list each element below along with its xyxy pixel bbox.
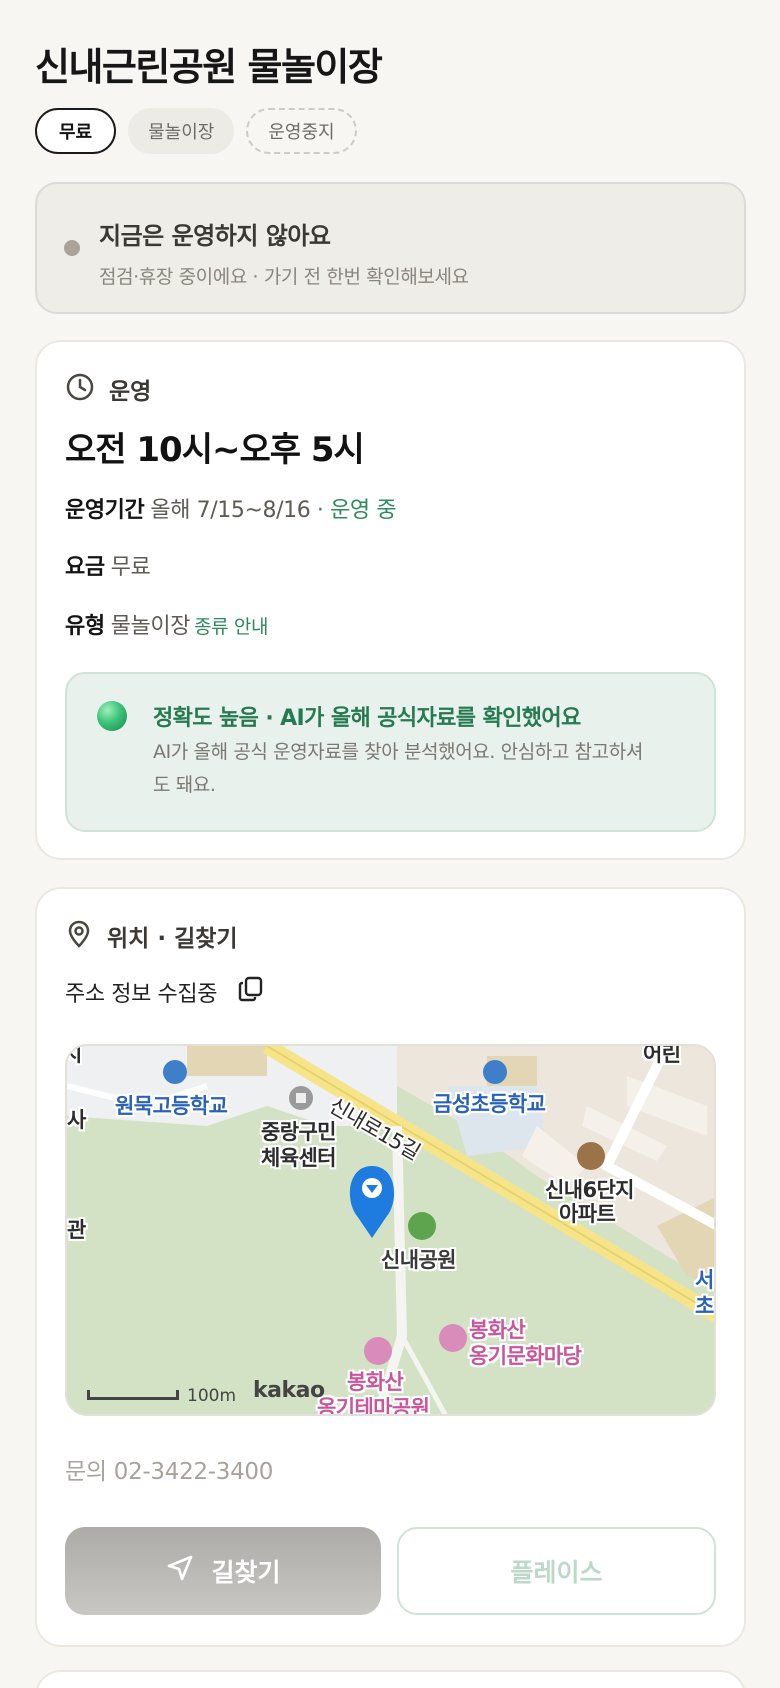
chip-price[interactable]: 무료 [35, 108, 117, 154]
location-label: 위치 · 길찾기 [107, 926, 238, 952]
notice-subtitle: 점검·휴장 중이에요 · 가기 전 한번 확인해보세요 [99, 266, 469, 288]
map-scale-text: 100m [187, 1386, 237, 1406]
place-button-label: 플레이스 [510, 1558, 603, 1587]
map-brand-logo: kakao [253, 1378, 325, 1403]
map-label-edge-left-2: 관 [67, 1218, 86, 1242]
operation-card: 운영 오전 10시~오후 5시 운영기간 올해 7/15~8/16 · 운영 중 … [35, 340, 746, 860]
map-label-edge-left-1: 사 [67, 1108, 86, 1132]
operation-label: 운영 [109, 379, 152, 405]
navigation-arrow-icon [165, 1553, 195, 1589]
map-label-apartment-2: 아파트 [559, 1202, 616, 1226]
fee-row: 요금 무료 [65, 549, 151, 581]
status-dot-icon [64, 240, 80, 256]
map-label-school-geumseong: 금성초등학교 [433, 1092, 546, 1116]
type-value: 물놀이장 [110, 614, 191, 639]
period-row: 운영기간 올해 7/15~8/16 · 운영 중 [65, 492, 397, 524]
tag-chips: 무료 물놀이장 운영중지 [35, 108, 357, 154]
map-pin-icon [65, 919, 93, 953]
period-value: 올해 7/15~8/16 [150, 498, 311, 523]
type-label: 유형 [65, 614, 105, 639]
location-map[interactable]: 지 사 관 원묵고등학교 금성초등학교 중랑구민 체육센터 신내로15길 신내6… [65, 1044, 716, 1416]
map-label-school-wonmuk: 원묵고등학교 [115, 1094, 228, 1118]
ai-description: AI가 올해 공식 운영자료를 찾아 분석했어요. 안심하고 참고하셔도 돼요. [153, 741, 643, 796]
fee-value: 무료 [110, 555, 151, 580]
period-label: 운영기간 [65, 498, 145, 523]
chip-status[interactable]: 운영중지 [246, 108, 357, 154]
contact-phone[interactable]: 문의 02-3422-3400 [65, 1452, 273, 1486]
operating-hours: 오전 10시~오후 5시 [65, 430, 365, 470]
type-guide-link[interactable]: 종류 안내 [194, 616, 268, 638]
ai-title: 정확도 높음 · AI가 올해 공식자료를 확인했어요 [153, 706, 581, 731]
place-button[interactable]: 플레이스 [397, 1527, 716, 1615]
closed-notice: 지금은 운영하지 않아요 점검·휴장 중이에요 · 가기 전 한번 확인해보세요 [35, 182, 746, 314]
route-button[interactable]: 길찾기 [65, 1527, 381, 1615]
notice-title: 지금은 운영하지 않아요 [99, 222, 331, 250]
operation-header: 운영 [65, 372, 151, 406]
period-status: · 운영 중 [316, 498, 397, 523]
copy-icon[interactable] [237, 975, 265, 1009]
map-label-edge-top-left: 지 [67, 1046, 82, 1068]
page-title: 신내근린공원 물놀이장 [35, 45, 383, 89]
type-row: 유형 물놀이장 종류 안내 [65, 608, 268, 640]
map-label-edge-top-right: 어린 [643, 1044, 681, 1066]
map-label-theme-2: 옹기테마공원 [317, 1396, 430, 1416]
chip-type[interactable]: 물놀이장 [128, 108, 235, 154]
map-label-sports-center-2: 체육센터 [261, 1146, 336, 1170]
fee-label: 요금 [65, 555, 105, 580]
map-label-edge-right-2: 초 [695, 1294, 714, 1318]
address-row: 주소 정보 수집중 [65, 975, 265, 1009]
location-header: 위치 · 길찾기 [65, 919, 238, 953]
route-button-label: 길찾기 [211, 1558, 281, 1587]
clock-icon [65, 372, 95, 406]
map-label-park: 신내공원 [381, 1248, 456, 1272]
next-card-edge [35, 1670, 746, 1688]
ai-accuracy-box: 정확도 높음 · AI가 올해 공식자료를 확인했어요 AI가 올해 공식 운영… [65, 672, 716, 832]
address-text: 주소 정보 수집중 [65, 982, 218, 1007]
location-card: 위치 · 길찾기 주소 정보 수집중 사 관 원묵고등학교 금성초등학교 중랑구… [35, 887, 746, 1647]
ai-orb-icon [97, 701, 127, 731]
map-label-culture-2: 옹기문화마당 [469, 1344, 582, 1368]
map-scale-bar [87, 1390, 179, 1400]
